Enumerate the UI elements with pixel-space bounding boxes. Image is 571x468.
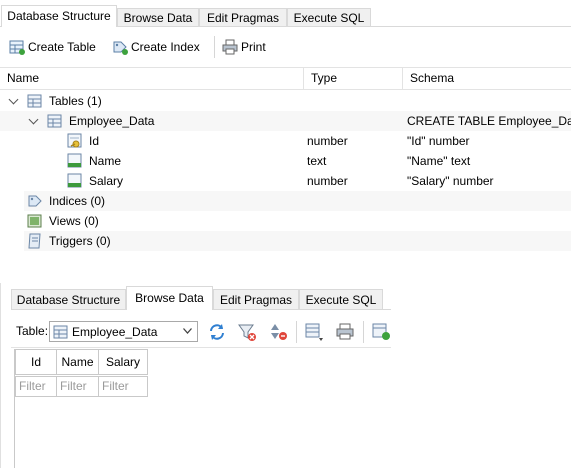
primary-key-field-icon [67,133,82,148]
tree-row-field-name[interactable]: Name text "Name" text [0,151,571,171]
tree-label-indices: Indices (0) [49,194,106,208]
field-name: Id [89,134,100,148]
tab-database-structure[interactable]: Database Structure [1,5,117,27]
clear-filters-icon[interactable] [236,321,258,343]
tree-row-triggers[interactable]: Triggers (0) [24,231,571,251]
table-schema: CREATE TABLE Employee_Data [407,114,571,128]
field-schema: "Name" text [407,154,471,168]
table-group-icon [27,94,42,108]
print-icon[interactable] [334,321,356,343]
print-button[interactable]: Print [222,36,266,58]
structure-panel: Database Structure Browse Data Edit Prag… [0,0,571,258]
create-index-icon [113,41,128,55]
table-icon [47,114,62,128]
toolbar-separator [363,321,364,343]
table-label: Table: [16,324,49,338]
index-icon [28,195,42,207]
table-icon [53,325,68,338]
chevron-down-icon[interactable] [8,94,19,105]
field-icon [67,153,82,168]
insert-record-icon[interactable] [371,321,391,343]
tab-browse-data[interactable]: Browse Data [126,286,213,310]
field-name: Name [89,154,122,168]
tree-row-field-salary[interactable]: Salary number "Salary" number [0,171,571,191]
field-schema: "Salary" number [407,174,494,188]
tab-execute-sql[interactable]: Execute SQL [287,8,371,26]
tab-browse-data[interactable]: Browse Data [117,8,199,26]
table-select[interactable]: Employee_Data [49,321,198,342]
toolbar-separator [214,36,215,58]
save-table-icon[interactable] [304,321,326,343]
filter-input-id[interactable]: Filter [15,376,57,397]
tab-execute-sql[interactable]: Execute SQL [299,289,383,309]
column-header-name[interactable]: Name [0,68,304,89]
view-icon [27,214,42,228]
tab-database-structure[interactable]: Database Structure [11,289,126,309]
tree-row-views[interactable]: Views (0) [0,211,571,231]
create-table-icon [9,40,25,55]
tree-row-employee-data[interactable]: Employee_Data CREATE TABLE Employee_Data [0,111,571,131]
field-type: number [307,174,348,188]
data-grid: Id Name Salary Filter Filter Filter [14,349,391,468]
column-header-id[interactable]: Id [15,349,57,375]
chevron-down-icon[interactable] [183,328,192,334]
tab-edit-pragmas[interactable]: Edit Pragmas [213,289,299,309]
field-type: text [307,154,327,168]
toolbar-divider [11,347,391,348]
toolbar-separator [296,321,297,343]
filter-input-salary[interactable]: Filter [98,376,148,397]
tree-label-triggers: Triggers (0) [49,234,111,248]
column-header-salary[interactable]: Salary [98,349,148,375]
tree-label-views: Views (0) [49,214,99,228]
tree-label-table-name: Employee_Data [69,114,155,128]
chevron-down-icon[interactable] [28,114,39,125]
column-header-schema[interactable]: Schema [403,68,571,89]
filter-input-name[interactable]: Filter [56,376,99,397]
tree-label-tables: Tables (1) [49,94,102,108]
table-select-value: Employee_Data [72,324,158,339]
print-label: Print [241,40,266,54]
field-name: Salary [89,174,124,188]
clear-sort-icon[interactable] [268,321,290,343]
print-icon [222,39,238,55]
column-header-type[interactable]: Type [304,68,403,89]
trigger-icon [28,233,41,249]
browse-panel: Database Structure Browse Data Edit Prag… [0,283,391,468]
create-table-label: Create Table [28,40,96,54]
tab-edit-pragmas[interactable]: Edit Pragmas [199,8,287,26]
column-header-name[interactable]: Name [56,349,99,375]
tree-row-tables[interactable]: Tables (1) [0,91,571,111]
refresh-icon[interactable] [206,321,228,343]
field-schema: "Id" number [407,134,470,148]
tree-header: Name Type Schema [0,67,571,90]
field-type: number [307,134,348,148]
create-index-button[interactable]: Create Index [112,36,200,58]
field-icon [67,173,82,188]
create-table-button[interactable]: Create Table [9,36,96,58]
tree-row-field-id[interactable]: Id number "Id" number [0,131,571,151]
create-index-label: Create Index [131,40,200,54]
tree-row-indices[interactable]: Indices (0) [24,191,571,211]
